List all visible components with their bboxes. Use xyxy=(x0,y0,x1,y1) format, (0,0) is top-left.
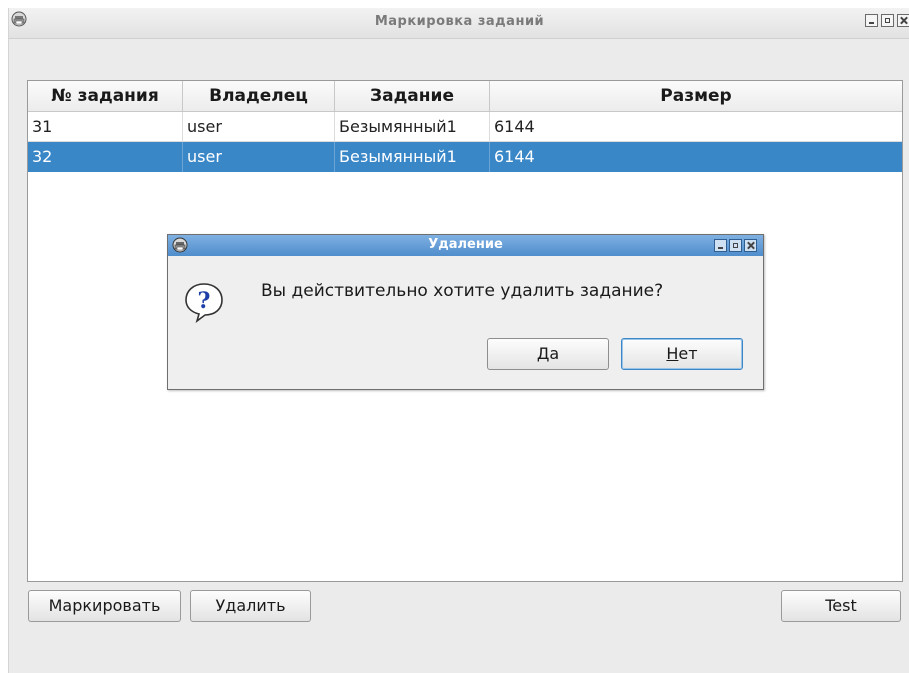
cell-owner: user xyxy=(183,142,335,172)
delete-confirm-dialog: Удаление ? Вы действительно хотите удали… xyxy=(167,234,764,390)
close-icon[interactable] xyxy=(897,14,909,27)
cell-size: 6144 xyxy=(494,147,535,166)
column-header-owner[interactable]: Владелец xyxy=(183,81,335,111)
yes-button-mnemonic: Д xyxy=(536,344,550,363)
question-icon: ? xyxy=(185,283,223,323)
cell-job: Безымянный1 xyxy=(335,112,490,142)
svg-text:?: ? xyxy=(198,288,211,314)
dialog-window-controls xyxy=(714,239,757,252)
cell-job-number: 32 xyxy=(28,142,183,172)
close-icon[interactable] xyxy=(744,239,757,252)
minimize-icon[interactable] xyxy=(714,239,727,252)
maximize-icon[interactable] xyxy=(729,239,742,252)
no-button[interactable]: Нет xyxy=(621,338,743,370)
no-button-label: ет xyxy=(678,344,698,363)
no-button-mnemonic: Н xyxy=(666,344,679,363)
dialog-title: Удаление xyxy=(428,237,503,252)
table-row[interactable]: 31 user Безымянный1 6144 xyxy=(28,112,902,142)
delete-button[interactable]: Удалить xyxy=(190,590,311,622)
maximize-icon[interactable] xyxy=(881,14,894,27)
column-header-job-number[interactable]: № задания xyxy=(28,81,183,111)
cell-owner: user xyxy=(183,112,335,142)
table-row-selected[interactable]: 32 user Безымянный1 6144 xyxy=(28,142,902,172)
main-titlebar[interactable]: Маркировка заданий xyxy=(9,8,909,39)
cell-job-number: 31 xyxy=(28,112,183,142)
cell-job: Безымянный1 xyxy=(335,142,490,172)
cell-size: 6144 xyxy=(494,117,535,136)
test-button[interactable]: Test xyxy=(781,590,901,622)
window-controls xyxy=(865,14,909,27)
dialog-message: Вы действительно хотите удалить задание? xyxy=(261,281,664,301)
table-header: № задания Владелец Задание Размер xyxy=(28,81,902,112)
dialog-titlebar[interactable]: Удаление xyxy=(168,235,763,256)
minimize-icon[interactable] xyxy=(865,14,878,27)
window-title: Маркировка заданий xyxy=(374,14,545,29)
yes-button[interactable]: Да xyxy=(487,338,609,370)
mark-button[interactable]: Маркировать xyxy=(28,590,181,622)
yes-button-label: а xyxy=(549,344,560,363)
column-header-job[interactable]: Задание xyxy=(335,81,490,111)
column-header-size[interactable]: Размер xyxy=(490,81,902,111)
